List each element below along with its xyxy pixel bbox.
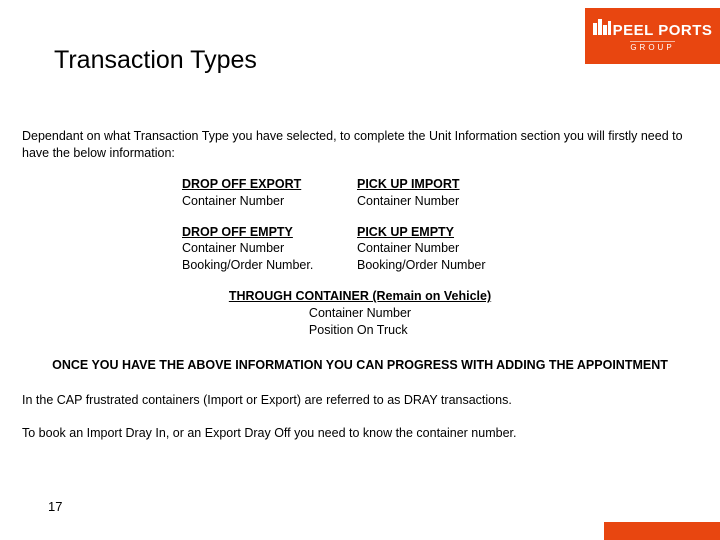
dray-paragraph-1: In the CAP frustrated containers (Import… [22, 392, 698, 409]
pick-up-empty-line2: Booking/Order Number [357, 257, 557, 274]
dray-paragraph-2: To book an Import Dray In, or an Export … [22, 425, 698, 442]
through-heading: THROUGH CONTAINER (Remain on Vehicle) [22, 288, 698, 305]
content-body: Dependant on what Transaction Type you h… [22, 128, 698, 457]
through-line1: Container Number [309, 305, 411, 322]
through-line2: Position On Truck [309, 322, 411, 339]
footer-accent-bar [604, 522, 720, 540]
confirm-line: ONCE YOU HAVE THE ABOVE INFORMATION YOU … [22, 357, 698, 374]
pick-up-import-line: Container Number [357, 193, 557, 210]
building-icon [593, 19, 611, 35]
brand-logo: PEEL PORTS GROUP [593, 19, 713, 54]
drop-off-empty-heading: DROP OFF EMPTY [182, 224, 357, 241]
drop-off-empty-line1: Container Number [182, 240, 357, 257]
type-group-1: DROP OFF EXPORT PICK UP IMPORT Container… [182, 176, 698, 210]
pick-up-empty-line1: Container Number [357, 240, 557, 257]
through-container-block: THROUGH CONTAINER (Remain on Vehicle) Co… [22, 288, 698, 339]
drop-off-export-line: Container Number [182, 193, 357, 210]
intro-text: Dependant on what Transaction Type you h… [22, 128, 698, 162]
drop-off-empty-line2: Booking/Order Number. [182, 257, 357, 274]
brand-name: PEEL PORTS [613, 23, 713, 38]
brand-subtitle: GROUP [630, 41, 674, 52]
pick-up-empty-heading: PICK UP EMPTY [357, 224, 557, 241]
drop-off-export-heading: DROP OFF EXPORT [182, 176, 357, 193]
page-title: Transaction Types [54, 46, 257, 75]
pick-up-import-heading: PICK UP IMPORT [357, 176, 557, 193]
type-group-2: DROP OFF EMPTY PICK UP EMPTY Container N… [182, 224, 698, 275]
brand-logo-block: PEEL PORTS GROUP [585, 8, 720, 64]
page-number: 17 [48, 499, 62, 514]
